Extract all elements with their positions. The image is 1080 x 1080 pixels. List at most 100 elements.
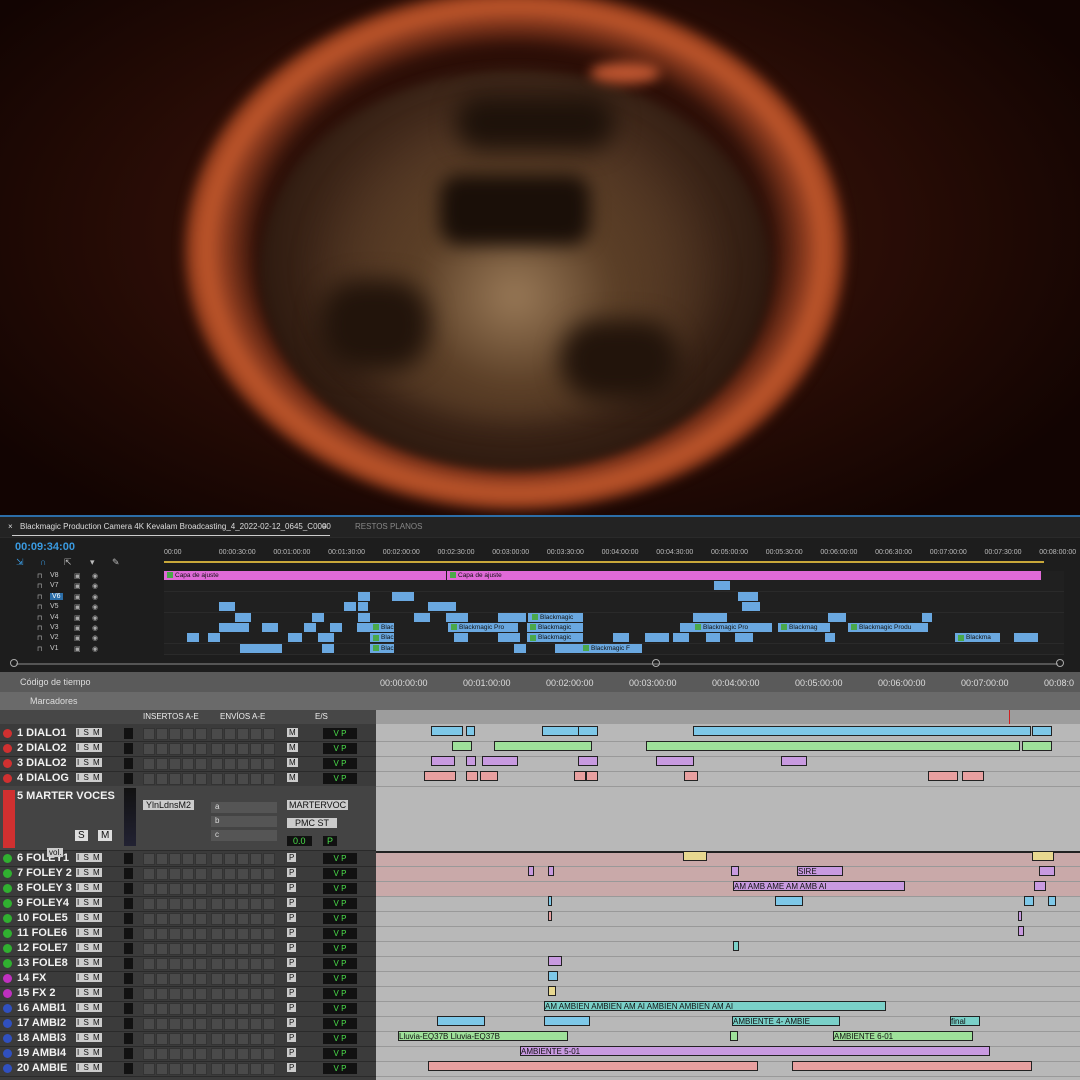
audio-clip[interactable]: SIRE	[797, 866, 843, 876]
send-slot[interactable]	[237, 958, 249, 970]
record-arm-button[interactable]	[3, 759, 12, 768]
send-slot[interactable]	[237, 943, 249, 955]
audio-clip[interactable]	[733, 941, 739, 951]
audio-lane[interactable]	[376, 896, 1080, 912]
video-clip[interactable]	[738, 591, 758, 601]
io-selector[interactable]: P	[287, 853, 297, 862]
record-arm-button[interactable]	[3, 1004, 12, 1013]
voice-button[interactable]: V P	[323, 1018, 357, 1029]
insert-slot[interactable]	[195, 1018, 207, 1030]
insert-slot[interactable]	[156, 1063, 168, 1075]
audio-clip[interactable]	[730, 1031, 738, 1041]
insert-slot[interactable]	[195, 868, 207, 880]
insert-slot[interactable]	[195, 1003, 207, 1015]
video-clip[interactable]	[825, 633, 835, 643]
audio-clip[interactable]: AMBIENTE 5-01	[520, 1046, 990, 1056]
insert-slot[interactable]	[169, 1063, 181, 1075]
audio-clip[interactable]	[1018, 911, 1022, 921]
insert-slot[interactable]	[156, 898, 168, 910]
io-selector[interactable]: P	[287, 1048, 297, 1057]
track-name[interactable]: 2 DIALO2	[17, 742, 67, 754]
record-arm-button[interactable]	[3, 1064, 12, 1073]
audio-clip[interactable]	[548, 971, 558, 981]
insert-slot[interactable]	[182, 928, 194, 940]
solo-button[interactable]: S	[75, 830, 88, 841]
insert-slot[interactable]	[156, 868, 168, 880]
send-slot[interactable]	[224, 1033, 236, 1045]
video-clip[interactable]	[454, 633, 468, 643]
send-slot[interactable]	[250, 913, 262, 925]
send-slot[interactable]	[237, 898, 249, 910]
insert-slot[interactable]	[195, 928, 207, 940]
send-slot[interactable]	[211, 1063, 223, 1075]
insert-slot[interactable]	[182, 973, 194, 985]
video-clip[interactable]	[673, 633, 689, 643]
video-clip[interactable]	[706, 633, 720, 643]
record-arm-button[interactable]	[3, 774, 12, 783]
insert-slot[interactable]	[169, 853, 181, 865]
insert-slot[interactable]	[182, 1063, 194, 1075]
audio-clip[interactable]	[646, 741, 1020, 751]
audio-clip[interactable]	[928, 771, 958, 781]
audio-clip[interactable]	[775, 896, 803, 906]
solo-mute-buttons[interactable]: I S M	[76, 988, 102, 997]
output-selector[interactable]: MARTERVOC	[287, 800, 349, 810]
send-slot[interactable]	[224, 913, 236, 925]
audio-clip[interactable]	[1022, 741, 1052, 751]
horizontal-scrollbar[interactable]	[10, 659, 1072, 669]
audio-lane[interactable]	[376, 971, 1080, 987]
record-arm-button[interactable]	[3, 790, 15, 848]
video-clip[interactable]	[219, 602, 235, 612]
eye-icon[interactable]: ◉	[92, 572, 98, 580]
track-name[interactable]: 16 AMBI1	[17, 1002, 66, 1014]
io-selector[interactable]: M	[287, 728, 298, 737]
video-clip[interactable]	[358, 602, 368, 612]
track-label[interactable]: V5	[50, 603, 59, 610]
send-slot[interactable]	[224, 1048, 236, 1060]
send-slot[interactable]	[250, 1033, 262, 1045]
insert-slot[interactable]	[195, 943, 207, 955]
video-clip[interactable]	[498, 633, 520, 643]
voice-button[interactable]: V P	[323, 943, 357, 954]
insert-slot[interactable]	[195, 1033, 207, 1045]
scroll-handle-left[interactable]	[10, 659, 18, 667]
insert-slot[interactable]	[169, 1048, 181, 1060]
video-clip[interactable]	[446, 612, 468, 622]
voice-button[interactable]: V P	[323, 758, 357, 769]
audio-clip[interactable]: AMBIENTE 6-01	[833, 1031, 973, 1041]
video-clip[interactable]: Blackmag	[778, 623, 830, 632]
audio-clip[interactable]	[431, 756, 455, 766]
video-clip[interactable]	[322, 643, 334, 653]
video-clip[interactable]	[330, 623, 342, 632]
send-slot[interactable]	[263, 1048, 275, 1060]
track-name[interactable]: 5 MARTER VOCES	[17, 790, 115, 802]
audio-clip[interactable]	[544, 1016, 590, 1026]
record-arm-button[interactable]	[3, 744, 12, 753]
insert-slot[interactable]	[156, 758, 168, 770]
record-arm-button[interactable]	[3, 959, 12, 968]
insert-slot[interactable]	[169, 883, 181, 895]
marker-icon[interactable]: ▾	[90, 557, 95, 568]
send-slot[interactable]	[263, 973, 275, 985]
audio-clip[interactable]	[452, 741, 472, 751]
insert-slot[interactable]	[143, 913, 155, 925]
send-slot[interactable]	[263, 743, 275, 755]
solo-mute-buttons[interactable]: I S M	[76, 1018, 102, 1027]
insert-slot[interactable]	[169, 728, 181, 740]
send-slot[interactable]	[211, 943, 223, 955]
playhead-timecode[interactable]: 00:09:34:00	[15, 541, 75, 553]
audio-clip[interactable]	[482, 756, 518, 766]
insert-slot[interactable]	[143, 743, 155, 755]
send-slot[interactable]	[237, 1063, 249, 1075]
eye-icon[interactable]: ◉	[92, 593, 98, 601]
send-slot[interactable]	[250, 988, 262, 1000]
insert-slot[interactable]	[143, 1018, 155, 1030]
send-slot[interactable]	[211, 1033, 223, 1045]
audio-clip[interactable]	[528, 866, 534, 876]
track-name[interactable]: 9 FOLEY4	[17, 897, 69, 909]
insert-slot[interactable]	[182, 853, 194, 865]
audio-clip[interactable]	[548, 986, 556, 996]
solo-mute-buttons[interactable]: I S M	[76, 743, 102, 752]
solo-mute-buttons[interactable]: I S M	[76, 1033, 102, 1042]
insert-slot[interactable]	[143, 883, 155, 895]
